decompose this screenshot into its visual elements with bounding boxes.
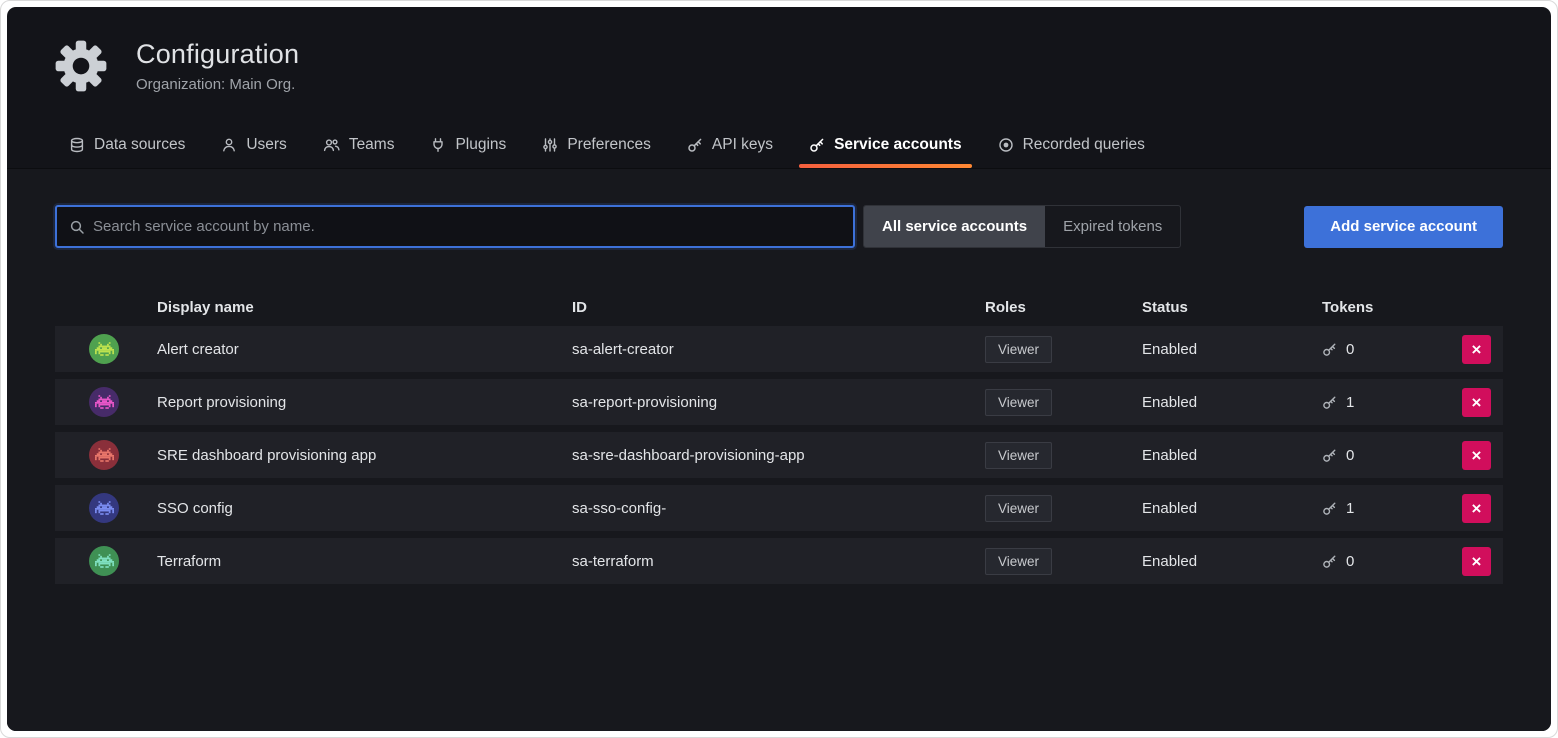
account-id: sa-sso-config- bbox=[572, 500, 985, 517]
tab-label: Data sources bbox=[94, 136, 185, 154]
service-accounts-list: Alert creator sa-alert-creator Viewer En… bbox=[55, 326, 1503, 584]
filter-expired-tokens[interactable]: Expired tokens bbox=[1045, 206, 1180, 247]
close-icon: × bbox=[1472, 394, 1482, 411]
display-name: SRE dashboard provisioning app bbox=[157, 447, 572, 464]
delete-button[interactable]: × bbox=[1462, 494, 1491, 523]
account-id: sa-report-provisioning bbox=[572, 394, 985, 411]
avatar bbox=[89, 334, 119, 364]
service-accounts-content: All service accounts Expired tokens Add … bbox=[7, 169, 1551, 731]
token-count: 1 bbox=[1346, 394, 1354, 411]
account-filter-group: All service accounts Expired tokens bbox=[863, 205, 1181, 248]
key-icon bbox=[1322, 448, 1337, 463]
toolbar: All service accounts Expired tokens Add … bbox=[55, 205, 1503, 248]
key-icon bbox=[1322, 395, 1337, 410]
tab-label: Users bbox=[246, 136, 286, 154]
search-box bbox=[55, 205, 855, 248]
status-label: Enabled bbox=[1142, 341, 1322, 358]
tab-teams[interactable]: Teams bbox=[309, 121, 409, 168]
column-id: ID bbox=[572, 299, 985, 316]
column-roles: Roles bbox=[985, 299, 1142, 316]
role-badge[interactable]: Viewer bbox=[985, 336, 1052, 363]
status-label: Enabled bbox=[1142, 500, 1322, 517]
users-icon bbox=[323, 137, 340, 153]
close-icon: × bbox=[1472, 341, 1482, 358]
table-header: Display name ID Roles Status Tokens bbox=[55, 292, 1503, 322]
table-row[interactable]: SSO config sa-sso-config- Viewer Enabled… bbox=[55, 485, 1503, 531]
key-icon bbox=[1322, 501, 1337, 516]
avatar bbox=[89, 387, 119, 417]
tab-data-sources[interactable]: Data sources bbox=[55, 121, 199, 168]
tab-label: Preferences bbox=[567, 136, 651, 154]
delete-button[interactable]: × bbox=[1462, 335, 1491, 364]
tab-label: Teams bbox=[349, 136, 395, 154]
account-id: sa-sre-dashboard-provisioning-app bbox=[572, 447, 985, 464]
tab-label: Service accounts bbox=[834, 136, 962, 154]
key-icon bbox=[687, 137, 703, 153]
account-id: sa-alert-creator bbox=[572, 341, 985, 358]
table-row[interactable]: Report provisioning sa-report-provisioni… bbox=[55, 379, 1503, 425]
sliders-icon bbox=[542, 137, 558, 153]
token-count: 0 bbox=[1346, 341, 1354, 358]
close-icon: × bbox=[1472, 447, 1482, 464]
key-icon bbox=[809, 137, 825, 153]
key-icon bbox=[1322, 554, 1337, 569]
tab-recorded-queries[interactable]: Recorded queries bbox=[984, 121, 1159, 168]
record-icon bbox=[998, 137, 1014, 153]
status-label: Enabled bbox=[1142, 447, 1322, 464]
column-display-name: Display name bbox=[157, 299, 572, 316]
delete-button[interactable]: × bbox=[1462, 388, 1491, 417]
plug-icon bbox=[430, 137, 446, 153]
token-count: 0 bbox=[1346, 447, 1354, 464]
user-icon bbox=[221, 137, 237, 153]
database-icon bbox=[69, 137, 85, 153]
avatar bbox=[89, 440, 119, 470]
page-header: Configuration Organization: Main Org. bbox=[7, 7, 1551, 95]
display-name: Alert creator bbox=[157, 341, 572, 358]
grafana-app: Configuration Organization: Main Org. Da… bbox=[7, 7, 1551, 731]
account-id: sa-terraform bbox=[572, 553, 985, 570]
avatar bbox=[89, 546, 119, 576]
table-row[interactable]: Alert creator sa-alert-creator Viewer En… bbox=[55, 326, 1503, 372]
key-icon bbox=[1322, 342, 1337, 357]
role-badge[interactable]: Viewer bbox=[985, 548, 1052, 575]
status-label: Enabled bbox=[1142, 394, 1322, 411]
display-name: Terraform bbox=[157, 553, 572, 570]
column-tokens: Tokens bbox=[1322, 299, 1447, 316]
filter-all-service-accounts[interactable]: All service accounts bbox=[864, 206, 1045, 247]
role-badge[interactable]: Viewer bbox=[985, 389, 1052, 416]
add-service-account-button[interactable]: Add service account bbox=[1304, 206, 1503, 248]
tab-plugins[interactable]: Plugins bbox=[416, 121, 520, 168]
column-status: Status bbox=[1142, 299, 1322, 316]
tab-label: Recorded queries bbox=[1023, 136, 1145, 154]
role-badge[interactable]: Viewer bbox=[985, 442, 1052, 469]
gear-icon bbox=[52, 37, 110, 95]
token-count: 0 bbox=[1346, 553, 1354, 570]
tab-service-accounts[interactable]: Service accounts bbox=[795, 121, 976, 168]
search-icon bbox=[69, 219, 85, 235]
tab-label: API keys bbox=[712, 136, 773, 154]
search-input[interactable] bbox=[93, 218, 841, 235]
tab-preferences[interactable]: Preferences bbox=[528, 121, 665, 168]
page-title: Configuration bbox=[136, 39, 299, 70]
tab-label: Plugins bbox=[455, 136, 506, 154]
close-icon: × bbox=[1472, 553, 1482, 570]
screenshot-frame: Configuration Organization: Main Org. Da… bbox=[0, 0, 1558, 738]
tab-users[interactable]: Users bbox=[207, 121, 300, 168]
page-subtitle: Organization: Main Org. bbox=[136, 76, 299, 93]
display-name: Report provisioning bbox=[157, 394, 572, 411]
tab-api-keys[interactable]: API keys bbox=[673, 121, 787, 168]
status-label: Enabled bbox=[1142, 553, 1322, 570]
close-icon: × bbox=[1472, 500, 1482, 517]
token-count: 1 bbox=[1346, 500, 1354, 517]
table-row[interactable]: Terraform sa-terraform Viewer Enabled 0 … bbox=[55, 538, 1503, 584]
avatar bbox=[89, 493, 119, 523]
delete-button[interactable]: × bbox=[1462, 547, 1491, 576]
delete-button[interactable]: × bbox=[1462, 441, 1491, 470]
config-tabs: Data sources Users Teams Plugins bbox=[7, 121, 1551, 169]
role-badge[interactable]: Viewer bbox=[985, 495, 1052, 522]
display-name: SSO config bbox=[157, 500, 572, 517]
table-row[interactable]: SRE dashboard provisioning app sa-sre-da… bbox=[55, 432, 1503, 478]
